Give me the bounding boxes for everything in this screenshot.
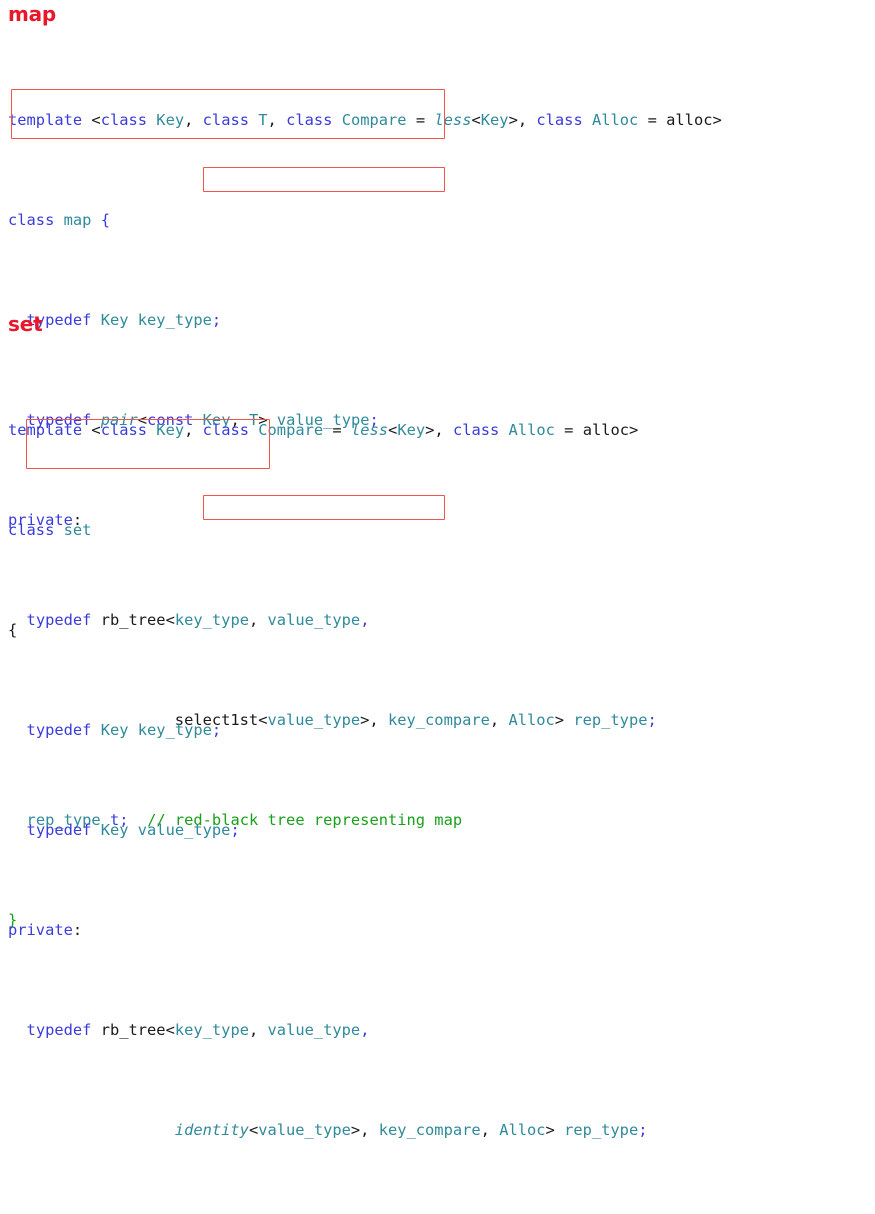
tok-lt2: <	[388, 421, 398, 439]
tok-semicolon: ;	[211, 721, 222, 739]
tok-private: private	[8, 921, 73, 939]
tok-colon: :	[72, 921, 83, 939]
tok-rb-tree: rb_tree	[91, 1021, 166, 1039]
tok-gtcomma: >,	[508, 111, 537, 129]
set-code-block: template <class Key, class Compare = les…	[8, 343, 648, 1214]
tok-eq: =	[332, 421, 351, 439]
tok-gtcomma: >,	[350, 1121, 379, 1139]
set-line-8: identity<value_type>, key_compare, Alloc…	[8, 1118, 648, 1143]
tok-class: class	[100, 421, 148, 439]
tok-comma: ,	[248, 1021, 268, 1039]
code-reference-page: map template <class Key, class T, class …	[0, 0, 875, 1139]
tok-gt: >	[629, 421, 639, 439]
tok-value-type: value_type	[137, 821, 231, 839]
tok-key2: Key	[397, 421, 426, 439]
tok-gt: >	[712, 111, 722, 129]
tok-compare: Compare	[249, 421, 333, 439]
map-line-2: class map {	[8, 208, 722, 233]
tok-identity: identity	[174, 1121, 249, 1139]
tok-t: T	[249, 111, 268, 129]
tok-class: class	[8, 521, 55, 539]
set-line-7: typedef rb_tree<key_type, value_type,	[8, 1018, 648, 1043]
tok-class: class	[8, 211, 55, 229]
tok-alloc: Alloc	[499, 1121, 546, 1139]
tok-key2: Key	[480, 111, 509, 129]
tok-comma: ,	[184, 111, 203, 129]
tok-brace-open: {	[8, 621, 18, 639]
tok-alloc-param: Alloc	[499, 421, 565, 439]
set-line-2: class set	[8, 518, 648, 543]
tok-compare: Compare	[332, 111, 416, 129]
tok-class3: class	[452, 421, 500, 439]
tok-typedef: typedef	[26, 821, 92, 839]
tok-eq2: =	[647, 111, 667, 129]
tok-eq2: =	[564, 421, 583, 439]
tok-brace-open: {	[100, 211, 110, 229]
tok-less: less	[434, 111, 472, 129]
tok-comma: ,	[480, 1121, 500, 1139]
tok-class4: class	[536, 111, 583, 129]
tok-key-type: key_type	[137, 721, 212, 739]
set-heading: set	[8, 312, 43, 336]
tok-lt2: <	[471, 111, 481, 129]
tok-key: Key	[91, 821, 138, 839]
map-line-1: template <class Key, class T, class Comp…	[8, 108, 722, 133]
set-line-1: template <class Key, class Compare = les…	[8, 418, 648, 443]
tok-comma2: ,	[360, 1021, 370, 1039]
tok-key-type: key_type	[174, 1021, 249, 1039]
tok-gt: >	[545, 1121, 565, 1139]
tok-template: template	[8, 111, 92, 129]
tok-map: map	[54, 211, 101, 229]
tok-class3: class	[286, 111, 333, 129]
tok-semicolon: ;	[647, 711, 657, 729]
tok-template: template	[8, 421, 92, 439]
tok-set: set	[54, 521, 92, 539]
tok-semicolon: ;	[638, 1121, 648, 1139]
set-line-4: typedef Key key_type;	[8, 718, 648, 743]
tok-key: Key	[91, 721, 138, 739]
tok-lt: <	[165, 1021, 175, 1039]
tok-key-compare: key_compare	[378, 1121, 481, 1139]
set-line-6: private:	[8, 918, 648, 943]
tok-eq: =	[415, 111, 435, 129]
set-line-3: {	[8, 618, 648, 643]
tok-key: Key	[147, 421, 185, 439]
tok-class2: class	[202, 421, 249, 439]
map-heading: map	[8, 2, 57, 26]
tok-gtcomma: >,	[425, 421, 453, 439]
tok-typedef: typedef	[26, 721, 92, 739]
tok-less: less	[350, 421, 389, 439]
tok-lt: <	[91, 111, 101, 129]
tok-typedef: typedef	[26, 1021, 92, 1039]
tok-class2: class	[202, 111, 249, 129]
tok-comma2: ,	[267, 111, 287, 129]
tok-semicolon: ;	[230, 821, 240, 839]
tok-alloc: alloc	[666, 111, 713, 129]
tok-rep-type: rep_type	[564, 1121, 639, 1139]
tok-lt: <	[248, 1121, 259, 1139]
tok-alloc-param: Alloc	[582, 111, 648, 129]
tok-key: Key	[147, 111, 185, 129]
tok-value-type: value_type	[258, 1121, 351, 1139]
tok-class: class	[100, 111, 148, 129]
tok-lt: <	[91, 421, 101, 439]
set-section: set template <class Key, class Compare =…	[8, 312, 648, 1214]
set-line-5: typedef Key value_type;	[8, 818, 648, 843]
tok-comma: ,	[184, 421, 203, 439]
tok-value-type: value_type	[267, 1021, 361, 1039]
tok-alloc: alloc	[582, 421, 630, 439]
